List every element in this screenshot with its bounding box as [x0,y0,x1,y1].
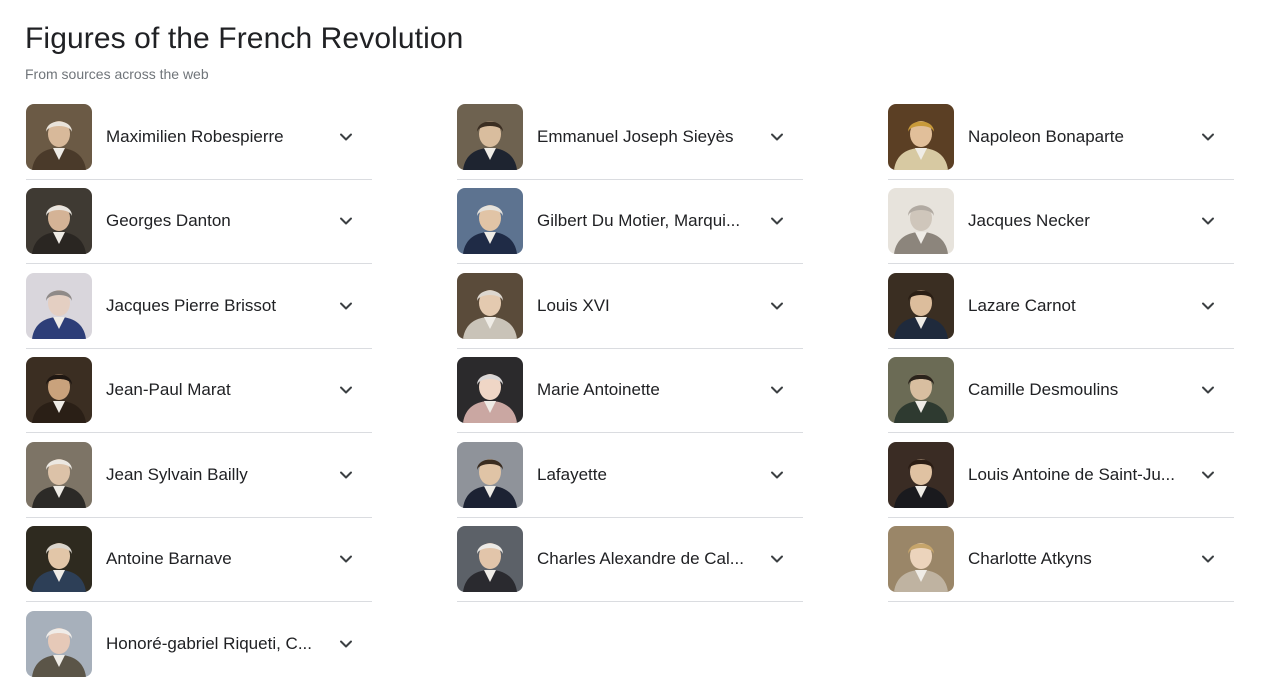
list-item[interactable]: Lazare Carnot [888,264,1234,349]
figure-name: Georges Danton [106,211,231,231]
portrait-thumbnail [457,272,523,339]
list-item[interactable]: Jean-Paul Marat [26,349,372,433]
figures-column: Maximilien Robespierre Georges Danton Jacq… [26,95,372,687]
list-item[interactable]: Jacques Pierre Brissot [26,264,372,349]
list-item[interactable]: Emmanuel Joseph Sieyès [457,95,803,180]
portrait-thumbnail [457,526,523,593]
portrait-thumbnail [457,357,523,424]
list-item[interactable]: Marie Antoinette [457,349,803,433]
portrait-thumbnail [457,188,523,255]
chevron-down-icon[interactable] [769,298,785,314]
figure-name: Jacques Pierre Brissot [106,295,277,315]
chevron-down-icon[interactable] [338,636,354,652]
chevron-down-icon[interactable] [1200,213,1216,229]
portrait-thumbnail [888,103,954,170]
chevron-down-icon[interactable] [1200,129,1216,145]
chevron-down-icon[interactable] [769,129,785,145]
list-item[interactable]: Lafayette [457,433,803,518]
figure-name: Antoine Barnave [106,549,232,569]
list-item[interactable]: Maximilien Robespierre [26,95,372,180]
figure-name: Charles Alexandre de Cal... [537,549,744,569]
list-item[interactable]: Louis Antoine de Saint-Ju... [888,433,1234,518]
figure-name: Louis Antoine de Saint-Ju... [968,464,1175,484]
chevron-down-icon[interactable] [338,467,354,483]
list-item[interactable]: Louis XVI [457,264,803,349]
figure-name: Honoré-gabriel Riqueti, C... [106,634,312,654]
page-subtitle: From sources across the web [25,66,209,82]
portrait-thumbnail [888,441,954,508]
list-item[interactable]: Napoleon Bonaparte [888,95,1234,180]
figures-panel: Figures of the French Revolution From so… [0,0,1280,692]
figure-name: Marie Antoinette [537,380,660,400]
list-item[interactable]: Honoré-gabriel Riqueti, C... [26,602,372,687]
header: Figures of the French Revolution From so… [25,20,463,84]
chevron-down-icon[interactable] [769,467,785,483]
figure-name: Lazare Carnot [968,295,1076,315]
list-item[interactable]: Jean Sylvain Bailly [26,433,372,518]
portrait-thumbnail [888,272,954,339]
list-item[interactable]: Camille Desmoulins [888,349,1234,433]
list-item[interactable]: Gilbert Du Motier, Marqui... [457,180,803,264]
list-item[interactable]: Charlotte Atkyns [888,518,1234,602]
portrait-thumbnail [26,357,92,424]
portrait-thumbnail [888,188,954,255]
chevron-down-icon[interactable] [338,551,354,567]
figure-name: Jean-Paul Marat [106,380,231,400]
chevron-down-icon[interactable] [338,213,354,229]
figure-name: Jean Sylvain Bailly [106,464,248,484]
figure-name: Gilbert Du Motier, Marqui... [537,211,741,231]
portrait-thumbnail [26,188,92,255]
chevron-down-icon[interactable] [1200,551,1216,567]
figure-name: Lafayette [537,464,607,484]
chevron-down-icon[interactable] [338,298,354,314]
figures-grid: Maximilien Robespierre Georges Danton Jacq… [26,95,1234,687]
figure-name: Maximilien Robespierre [106,126,284,146]
figures-column: Napoleon Bonaparte Jacques Necker Lazare C… [888,95,1234,687]
chevron-down-icon[interactable] [1200,382,1216,398]
portrait-thumbnail [457,441,523,508]
list-item[interactable]: Georges Danton [26,180,372,264]
figure-name: Emmanuel Joseph Sieyès [537,126,734,146]
portrait-thumbnail [26,272,92,339]
portrait-thumbnail [888,357,954,424]
portrait-thumbnail [888,526,954,593]
figure-name: Louis XVI [537,295,610,315]
portrait-thumbnail [457,103,523,170]
chevron-down-icon[interactable] [338,382,354,398]
figure-name: Jacques Necker [968,211,1090,231]
figure-name: Charlotte Atkyns [968,549,1092,569]
figure-name: Camille Desmoulins [968,380,1119,400]
list-item[interactable]: Charles Alexandre de Cal... [457,518,803,602]
chevron-down-icon[interactable] [1200,298,1216,314]
portrait-thumbnail [26,611,92,678]
chevron-down-icon[interactable] [1200,467,1216,483]
figures-column: Emmanuel Joseph Sieyès Gilbert Du Motier,… [457,95,803,687]
portrait-thumbnail [26,526,92,593]
portrait-thumbnail [26,103,92,170]
figure-name: Napoleon Bonaparte [968,126,1124,146]
chevron-down-icon[interactable] [769,382,785,398]
chevron-down-icon[interactable] [769,551,785,567]
chevron-down-icon[interactable] [769,213,785,229]
page-title: Figures of the French Revolution [25,22,464,55]
list-item[interactable]: Jacques Necker [888,180,1234,264]
chevron-down-icon[interactable] [338,129,354,145]
list-item[interactable]: Antoine Barnave [26,518,372,602]
portrait-thumbnail [26,441,92,508]
